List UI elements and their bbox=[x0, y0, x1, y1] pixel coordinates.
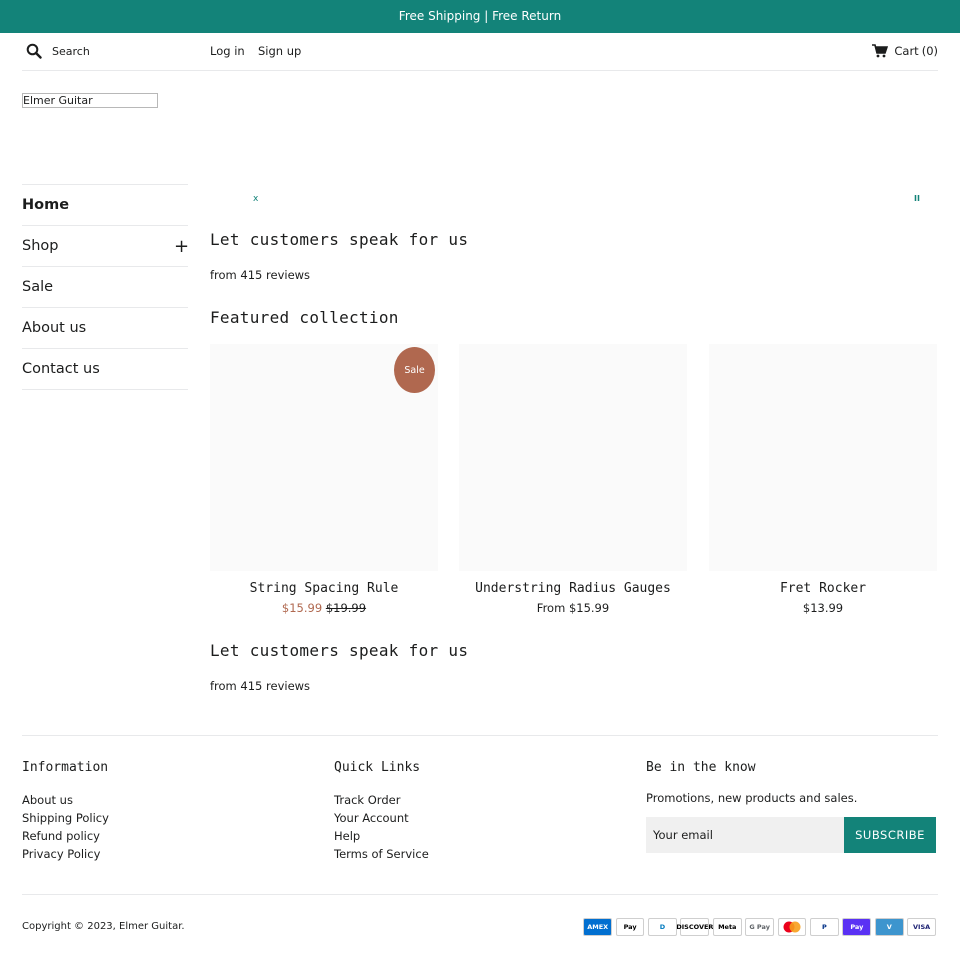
payment-label: Pay bbox=[850, 923, 864, 931]
footer-link-terms[interactable]: Terms of Service bbox=[334, 845, 429, 863]
email-field[interactable] bbox=[646, 817, 844, 853]
site-logo[interactable]: Elmer Guitar bbox=[22, 93, 158, 108]
sidebar-item-shop[interactable]: Shop + bbox=[22, 226, 189, 267]
footer-link-privacy[interactable]: Privacy Policy bbox=[22, 845, 109, 863]
payment-label: P bbox=[822, 923, 827, 931]
footer-link-help[interactable]: Help bbox=[334, 827, 429, 845]
payment-icons: AMEX Pay D DISCOVER Meta G Pay P Pay V VISA bbox=[583, 918, 936, 936]
sidebar-item-home[interactable]: Home bbox=[22, 185, 188, 226]
cart-link[interactable]: Cart (0) bbox=[872, 44, 938, 58]
sale-badge: Sale bbox=[394, 347, 435, 393]
search-icon[interactable] bbox=[26, 43, 42, 59]
footer-link-account[interactable]: Your Account bbox=[334, 809, 429, 827]
discover-icon: DISCOVER bbox=[676, 918, 713, 936]
product-card[interactable]: Fret Rocker $13.99 bbox=[709, 344, 937, 615]
section-title: Let customers speak for us bbox=[210, 230, 469, 249]
amex-icon: AMEX bbox=[583, 918, 613, 936]
payment-label: AMEX bbox=[587, 923, 609, 931]
close-icon[interactable]: x bbox=[253, 194, 258, 204]
newsletter-form: SUBSCRIBE bbox=[646, 817, 936, 853]
footer-heading: Be in the know bbox=[646, 760, 756, 775]
plus-icon[interactable]: + bbox=[174, 236, 189, 257]
footer-newsletter: Be in the know Promotions, new products … bbox=[646, 760, 936, 853]
product-image[interactable] bbox=[459, 344, 687, 571]
meta-pay-icon: Meta bbox=[712, 918, 742, 936]
reviews-summary[interactable]: from 415 reviews bbox=[210, 268, 310, 282]
visa-icon: VISA bbox=[907, 918, 936, 936]
paypal-icon: P bbox=[810, 918, 839, 936]
footer-quick-links: Quick Links Track Order Your Account Hel… bbox=[334, 760, 429, 863]
google-pay-icon: G Pay bbox=[745, 918, 775, 936]
payment-label: D bbox=[659, 923, 666, 931]
footer-link-about[interactable]: About us bbox=[22, 791, 109, 809]
cart-count: (0) bbox=[921, 44, 938, 58]
section-title: Let customers speak for us bbox=[210, 641, 469, 660]
newsletter-text: Promotions, new products and sales. bbox=[646, 791, 858, 805]
product-card[interactable]: Understring Radius Gauges From $15.99 bbox=[459, 344, 687, 615]
divider bbox=[22, 894, 938, 895]
sidebar-item-label: Home bbox=[22, 197, 70, 213]
shop-pay-icon: Pay bbox=[842, 918, 872, 936]
login-link[interactable]: Log in bbox=[210, 44, 245, 58]
sidebar-item-label: Shop bbox=[22, 238, 59, 254]
compare-price: $19.99 bbox=[325, 601, 367, 615]
payment-label: VISA bbox=[913, 923, 931, 931]
product-title[interactable]: Understring Radius Gauges bbox=[459, 581, 687, 596]
payment-label: DISCOVER bbox=[676, 923, 714, 931]
sidebar-item-contact[interactable]: Contact us bbox=[22, 349, 188, 390]
pause-icon[interactable]: II bbox=[914, 194, 920, 203]
apple-pay-icon: Pay bbox=[615, 918, 645, 936]
featured-collection-title: Featured collection bbox=[210, 308, 399, 327]
sidebar-item-label: Sale bbox=[22, 279, 54, 295]
product-title[interactable]: String Spacing Rule bbox=[210, 581, 438, 596]
product-image[interactable]: Sale bbox=[210, 344, 438, 571]
sidebar-item-about[interactable]: About us bbox=[22, 308, 188, 349]
footer-link-refund[interactable]: Refund policy bbox=[22, 827, 109, 845]
footer-heading: Quick Links bbox=[334, 760, 421, 775]
product-price: From $15.99 bbox=[536, 601, 610, 615]
product-price: $13.99 bbox=[802, 601, 844, 615]
footer-link-track-order[interactable]: Track Order bbox=[334, 791, 429, 809]
header: Log in Sign up Cart (0) bbox=[22, 33, 938, 71]
search-input[interactable] bbox=[52, 42, 202, 60]
subscribe-button[interactable]: SUBSCRIBE bbox=[844, 817, 936, 853]
reviews-summary[interactable]: from 415 reviews bbox=[210, 679, 310, 693]
sidebar-nav: Home Shop + Sale About us Contact us bbox=[22, 184, 189, 390]
footer-information: Information About us Shipping Policy Ref… bbox=[22, 760, 109, 863]
cart-icon bbox=[872, 44, 889, 58]
product-title[interactable]: Fret Rocker bbox=[709, 581, 937, 596]
mastercard-icon bbox=[777, 918, 807, 936]
sidebar-item-label: About us bbox=[22, 320, 87, 336]
product-image[interactable] bbox=[709, 344, 937, 571]
payment-label: G Pay bbox=[749, 923, 770, 931]
announcement-text: Free Shipping | Free Return bbox=[398, 9, 562, 23]
signup-link[interactable]: Sign up bbox=[258, 44, 301, 58]
footer-link-shipping[interactable]: Shipping Policy bbox=[22, 809, 109, 827]
cart-label: Cart bbox=[894, 44, 919, 58]
divider bbox=[22, 735, 938, 736]
payment-label: V bbox=[886, 923, 892, 931]
footer-heading: Information bbox=[22, 760, 109, 775]
diners-club-icon: D bbox=[648, 918, 677, 936]
venmo-icon: V bbox=[874, 918, 904, 936]
copyright: Copyright © 2023, Elmer Guitar. bbox=[22, 921, 185, 932]
sidebar-item-sale[interactable]: Sale bbox=[22, 267, 188, 308]
announcement-bar: Free Shipping | Free Return bbox=[0, 0, 960, 33]
product-card[interactable]: Sale String Spacing Rule $15.99 $19.99 bbox=[210, 344, 438, 615]
payment-label: Pay bbox=[623, 923, 637, 931]
sale-price: $15.99 bbox=[281, 601, 323, 615]
product-price: $15.99 $19.99 bbox=[210, 601, 438, 615]
sidebar-item-label: Contact us bbox=[22, 361, 100, 377]
payment-label: Meta bbox=[718, 923, 737, 931]
